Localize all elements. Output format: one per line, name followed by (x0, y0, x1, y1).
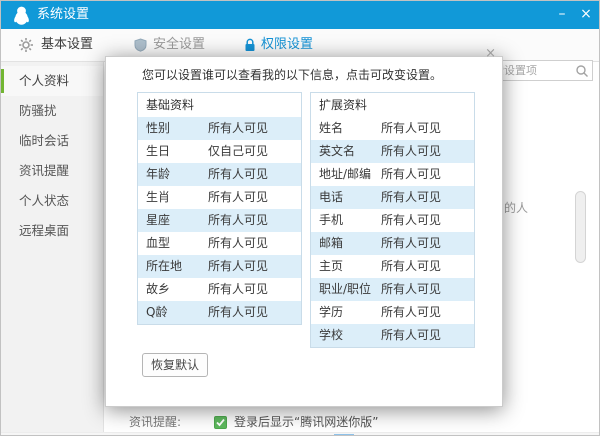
row-name: 姓名 所有人可见 (311, 117, 474, 140)
row-hometown: 故乡 所有人可见 (138, 278, 301, 301)
visibility-value[interactable]: 所有人可见 (381, 163, 441, 186)
row-address-zip: 地址/邮编所有人可见 (311, 163, 474, 186)
shield-icon (134, 38, 147, 52)
visibility-value[interactable]: 所有人可见 (381, 140, 441, 163)
dialog-intro-text: 您可以设置谁可以查看我的以下信息，点击可改变设置。 (142, 66, 442, 83)
row-constellation: 星座 所有人可见 (138, 209, 301, 232)
visibility-value[interactable]: 仅自己可见 (208, 140, 268, 163)
dialog-close-icon[interactable]: × (485, 47, 496, 61)
visibility-value[interactable]: 所有人可见 (381, 301, 441, 324)
extended-info-header: 扩展资料 (311, 93, 474, 117)
news-option-label: 登录后显示“腾讯网迷你版” (234, 413, 378, 432)
visibility-value[interactable]: 所有人可见 (381, 278, 441, 301)
field-label: 血型 (146, 232, 170, 255)
settings-window: 系统设置 – × 基本设置 安全设置 (0, 0, 600, 436)
tab-security-label: 安全设置 (153, 37, 205, 52)
row-mobile: 手机 所有人可见 (311, 209, 474, 232)
news-reminder-label: 资讯提醒: (129, 413, 181, 432)
visibility-value[interactable]: 所有人可见 (208, 117, 268, 140)
minimize-button[interactable]: – (549, 1, 575, 29)
sidebar-item-news-remind[interactable]: 资讯提醒 (1, 156, 103, 186)
row-school: 学校 所有人可见 (311, 324, 474, 347)
privacy-settings-dialog: × 您可以设置谁可以查看我的以下信息，点击可改变设置。 基础资料 性别所有人可见… (105, 56, 503, 407)
visibility-value[interactable]: 所有人可见 (381, 209, 441, 232)
field-label: 英文名 (319, 140, 355, 163)
field-label: Q龄 (146, 301, 167, 324)
field-label: 生日 (146, 140, 170, 163)
visibility-value[interactable]: 所有人可见 (208, 232, 268, 255)
field-label: 电话 (319, 186, 343, 209)
lock-icon (244, 38, 256, 52)
scrollbar-thumb[interactable] (575, 191, 586, 263)
tab-basic-settings[interactable]: 基本设置 (19, 29, 93, 61)
row-blood-type: 血型 所有人可见 (138, 232, 301, 255)
extended-info-rows: 姓名所有人可见 英文名所有人可见 地址/邮编所有人可见 电话所有人可见 手机所有… (311, 117, 474, 347)
window-title: 系统设置 (37, 1, 89, 29)
sidebar-item-personal-status[interactable]: 个人状态 (1, 186, 103, 216)
restore-default-button[interactable]: 恢复默认 (142, 353, 208, 377)
search-icon[interactable] (575, 64, 589, 78)
field-label: 邮箱 (319, 232, 343, 255)
field-label: 所在地 (146, 255, 182, 278)
field-label: 学历 (319, 301, 343, 324)
field-label: 性别 (146, 117, 170, 140)
tab-basic-label: 基本设置 (41, 37, 93, 52)
row-q-age: Q龄 所有人可见 (138, 301, 301, 324)
row-age: 年龄 所有人可见 (138, 163, 301, 186)
visibility-value[interactable]: 所有人可见 (208, 255, 268, 278)
field-label: 地址/邮编 (319, 163, 371, 186)
check-icon (215, 417, 226, 428)
basic-info-rows: 性别所有人可见 生日仅自己可见 年龄所有人可见 生肖所有人可见 星座所有人可见 … (138, 117, 301, 324)
sidebar-item-remote-desktop[interactable]: 远程桌面 (1, 216, 103, 246)
row-location: 所在地 所有人可见 (138, 255, 301, 278)
field-label: 姓名 (319, 117, 343, 140)
news-reminder-row: 资讯提醒: 登录后显示“腾讯网迷你版” (1, 413, 600, 432)
sidebar-item-profile[interactable]: 个人资料 (1, 66, 103, 96)
field-label: 故乡 (146, 278, 170, 301)
row-birthday: 生日 仅自己可见 (138, 140, 301, 163)
row-phone: 电话 所有人可见 (311, 186, 474, 209)
background-partial-text: 的人 (504, 199, 528, 216)
basic-info-header: 基础资料 (138, 93, 301, 117)
visibility-value[interactable]: 所有人可见 (381, 324, 441, 347)
row-occupation: 职业/职位所有人可见 (311, 278, 474, 301)
gear-icon (19, 38, 33, 52)
visibility-value[interactable]: 所有人可见 (381, 255, 441, 278)
close-button[interactable]: × (573, 1, 599, 29)
extended-info-table: 扩展资料 姓名所有人可见 英文名所有人可见 地址/邮编所有人可见 电话所有人可见… (310, 92, 475, 348)
row-gender: 性别 所有人可见 (138, 117, 301, 140)
visibility-value[interactable]: 所有人可见 (208, 301, 268, 324)
visibility-value[interactable]: 所有人可见 (208, 278, 268, 301)
visibility-value[interactable]: 所有人可见 (381, 186, 441, 209)
sidebar-item-temp-session[interactable]: 临时会话 (1, 126, 103, 156)
field-label: 手机 (319, 209, 343, 232)
qq-penguin-icon (13, 6, 30, 25)
basic-info-table: 基础资料 性别所有人可见 生日仅自己可见 年龄所有人可见 生肖所有人可见 星座所… (137, 92, 302, 325)
news-checkbox[interactable] (214, 416, 227, 429)
settings-sidebar: 个人资料 防骚扰 临时会话 资讯提醒 个人状态 远程桌面 (1, 62, 104, 436)
visibility-value[interactable]: 所有人可见 (381, 117, 441, 140)
visibility-value[interactable]: 所有人可见 (208, 163, 268, 186)
visibility-value[interactable]: 所有人可见 (208, 209, 268, 232)
sidebar-item-anti-harass[interactable]: 防骚扰 (1, 96, 103, 126)
field-label: 年龄 (146, 163, 170, 186)
visibility-value[interactable]: 所有人可见 (208, 186, 268, 209)
field-label: 星座 (146, 209, 170, 232)
row-english-name: 英文名 所有人可见 (311, 140, 474, 163)
field-label: 职业/职位 (319, 278, 371, 301)
field-label: 生肖 (146, 186, 170, 209)
row-zodiac: 生肖 所有人可见 (138, 186, 301, 209)
row-email: 邮箱 所有人可见 (311, 232, 474, 255)
field-label: 学校 (319, 324, 343, 347)
next-row-partial (1, 432, 600, 436)
row-homepage: 主页 所有人可见 (311, 255, 474, 278)
tab-permission-label: 权限设置 (261, 37, 313, 52)
title-bar: 系统设置 – × (1, 1, 600, 29)
row-education: 学历 所有人可见 (311, 301, 474, 324)
visibility-value[interactable]: 所有人可见 (381, 232, 441, 255)
field-label: 主页 (319, 255, 343, 278)
